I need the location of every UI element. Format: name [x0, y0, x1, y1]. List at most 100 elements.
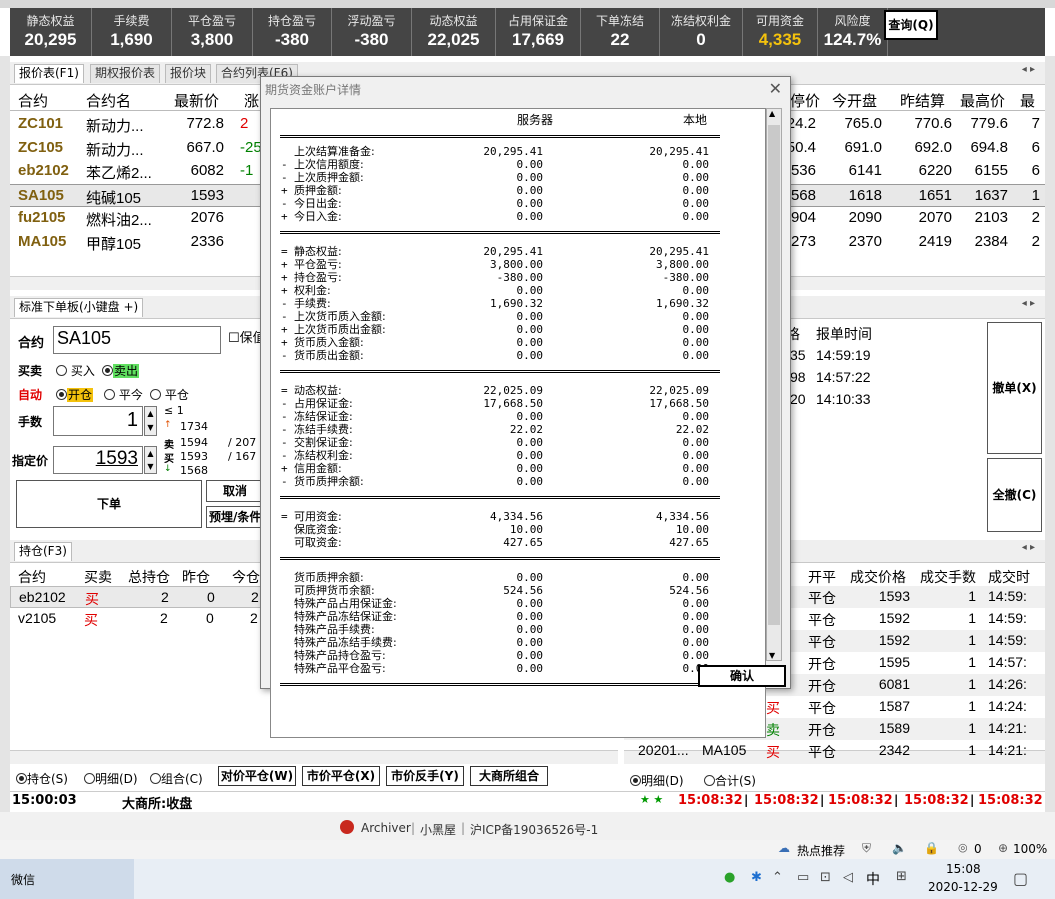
radio-combo[interactable]: 组合(C): [150, 770, 203, 787]
tab-standard-order[interactable]: 标准下单板(小键盘 +): [14, 298, 144, 317]
auto-label[interactable]: 自动: [18, 386, 42, 403]
confirm-button[interactable]: 确认: [698, 665, 786, 687]
reverse-market-button[interactable]: 市价反手(Y): [386, 766, 464, 786]
scroll-down-icon[interactable]: ▼: [769, 651, 775, 660]
archiver-link[interactable]: Archiver: [361, 821, 411, 835]
shield-icon[interactable]: ⛨: [862, 841, 871, 856]
wechat-tray-icon[interactable]: ●: [724, 870, 735, 885]
hot-recommend[interactable]: 热点推荐: [797, 842, 845, 859]
radio-hold[interactable]: 持仓(S): [16, 770, 68, 787]
quote-code: eb2102: [18, 162, 69, 179]
trade-time: 14:59:: [988, 632, 1027, 648]
preset-order-button[interactable]: 预埋/条件: [206, 506, 264, 528]
account-label: 平仓盈亏: [187, 14, 236, 28]
tab-quote-block[interactable]: 报价块: [165, 64, 212, 83]
order-list-time[interactable]: 14:57:22: [816, 369, 871, 385]
close-market-button[interactable]: 市价平仓(X): [302, 766, 380, 786]
tab-quote-table[interactable]: 报价表(F1): [14, 64, 84, 83]
quote-col-r4: 2103: [974, 209, 1008, 226]
query-button[interactable]: 查询(Q): [884, 10, 938, 40]
quote-code: fu2105: [18, 209, 66, 226]
dialog-field-label: 质押金额:: [294, 184, 342, 197]
sell-radio[interactable]: 卖出: [102, 362, 140, 379]
close-icon[interactable]: ✕: [769, 79, 782, 98]
ask-price[interactable]: 1594: [180, 436, 208, 449]
wechat-label: 微信: [11, 873, 36, 887]
dialog-local-value: 0.00: [682, 610, 710, 623]
quote-col-r5: 2: [1031, 209, 1040, 226]
trades-row[interactable]: 20201... MA105 买 平仓 2342 1 14:21:: [624, 740, 1045, 762]
qty-stepper[interactable]: ▲ ▼: [144, 406, 157, 436]
volume-icon[interactable]: ◁: [843, 870, 853, 885]
dialog-server-value: 0.00: [516, 449, 544, 462]
dialog-local-value: 0.00: [682, 158, 710, 171]
order-list-time[interactable]: 14:59:19: [816, 347, 871, 363]
tab-scroll-arrows[interactable]: ◂ ▸: [1022, 64, 1035, 75]
radio-detail[interactable]: 明细(D): [84, 770, 138, 787]
buy-radio[interactable]: 买入: [56, 362, 95, 379]
tab-positions[interactable]: 持仓(F3): [14, 542, 72, 561]
trades-tab-arrows[interactable]: ◂ ▸: [1022, 542, 1035, 553]
order-tab-arrows[interactable]: ◂ ▸: [1022, 298, 1035, 309]
trades-radio-total[interactable]: 合计(S): [704, 772, 756, 789]
scroll-up-icon[interactable]: ▲: [769, 109, 775, 118]
cancel-order-button[interactable]: 撤单(X): [987, 322, 1042, 454]
positions-hscrollbar[interactable]: [10, 750, 618, 764]
notification-icon[interactable]: ▢: [1013, 869, 1028, 888]
cancel-all-button[interactable]: 全撤(C): [987, 458, 1042, 532]
order-list-time[interactable]: 14:10:33: [816, 391, 871, 407]
cancel-button[interactable]: 取消: [206, 480, 264, 502]
clock-date[interactable]: 2020-12-29: [928, 880, 998, 894]
power-icon[interactable]: ▭: [797, 870, 809, 885]
quote-last: 6082: [190, 162, 224, 179]
dialog-server-value: 0.00: [516, 610, 544, 623]
submit-order-button[interactable]: 下单: [16, 480, 202, 528]
dialog-local-value: 0.00: [682, 184, 710, 197]
dialog-server-value: 3,800.00: [490, 258, 543, 271]
dialog-scroll-thumb[interactable]: [768, 125, 780, 625]
account-col-6: 占用保证金 17,669: [496, 8, 581, 56]
dialog-server-value: 0.00: [516, 410, 544, 423]
tray-up-icon[interactable]: ⌃: [772, 870, 783, 885]
quote-change: 2: [240, 115, 249, 132]
speaker-icon[interactable]: 🔈: [892, 841, 907, 855]
clock-time[interactable]: 15:08: [946, 862, 981, 876]
footer-sep-1: |: [411, 821, 416, 835]
keyboard-icon[interactable]: ⊞: [896, 869, 907, 884]
close-today-radio[interactable]: 平今: [104, 386, 143, 403]
trade-qty: 1: [968, 676, 976, 692]
lock-icon[interactable]: 🔒: [924, 841, 939, 855]
price-input[interactable]: 1593: [53, 446, 143, 474]
dialog-server-value: 10.00: [509, 523, 543, 536]
badge-icon[interactable]: ◎: [958, 841, 968, 854]
zoom-level[interactable]: 100%: [1013, 842, 1047, 856]
open-radio[interactable]: 开仓: [56, 386, 94, 403]
qty-input[interactable]: 1: [53, 406, 143, 436]
exchange-combo-button[interactable]: 大商所组合: [470, 766, 548, 786]
quote-col-r2: 691.0: [844, 138, 882, 156]
tab-option-quote[interactable]: 期权报价表: [90, 64, 161, 83]
bid-price[interactable]: 1593: [180, 450, 208, 463]
account-value: 0: [696, 30, 706, 49]
dialog-field-label: 特殊产品持仓盈亏:: [294, 649, 386, 662]
quote-last: 772.8: [186, 115, 224, 132]
trade-side: 买: [766, 744, 780, 760]
close-radio[interactable]: 平仓: [150, 386, 189, 403]
account-value: 22: [610, 30, 630, 49]
network-icon[interactable]: ⊡: [820, 870, 831, 885]
bluetooth-icon[interactable]: ✱: [751, 870, 762, 885]
left-edge: [0, 56, 10, 836]
trade-side: 买: [766, 700, 780, 716]
blackroom-link[interactable]: 小黑屋: [420, 821, 456, 838]
contract-input[interactable]: SA105: [53, 326, 221, 354]
dialog-vscrollbar[interactable]: ▲ ▼: [766, 108, 782, 661]
radio-hold-label: 持仓(S): [27, 772, 68, 786]
zoom-icon[interactable]: ⊕: [998, 841, 1008, 855]
close-opposite-button[interactable]: 对价平仓(W): [218, 766, 296, 786]
trades-radio-detail[interactable]: 明细(D): [630, 772, 684, 789]
ask-volume-value: 207: [235, 436, 257, 449]
price-stepper[interactable]: ▲ ▼: [144, 446, 157, 474]
icp-link[interactable]: 沪ICP备19036526号-1: [470, 821, 598, 838]
dialog-server-value: 20,295.41: [483, 145, 543, 158]
ime-indicator[interactable]: 中: [866, 869, 880, 889]
